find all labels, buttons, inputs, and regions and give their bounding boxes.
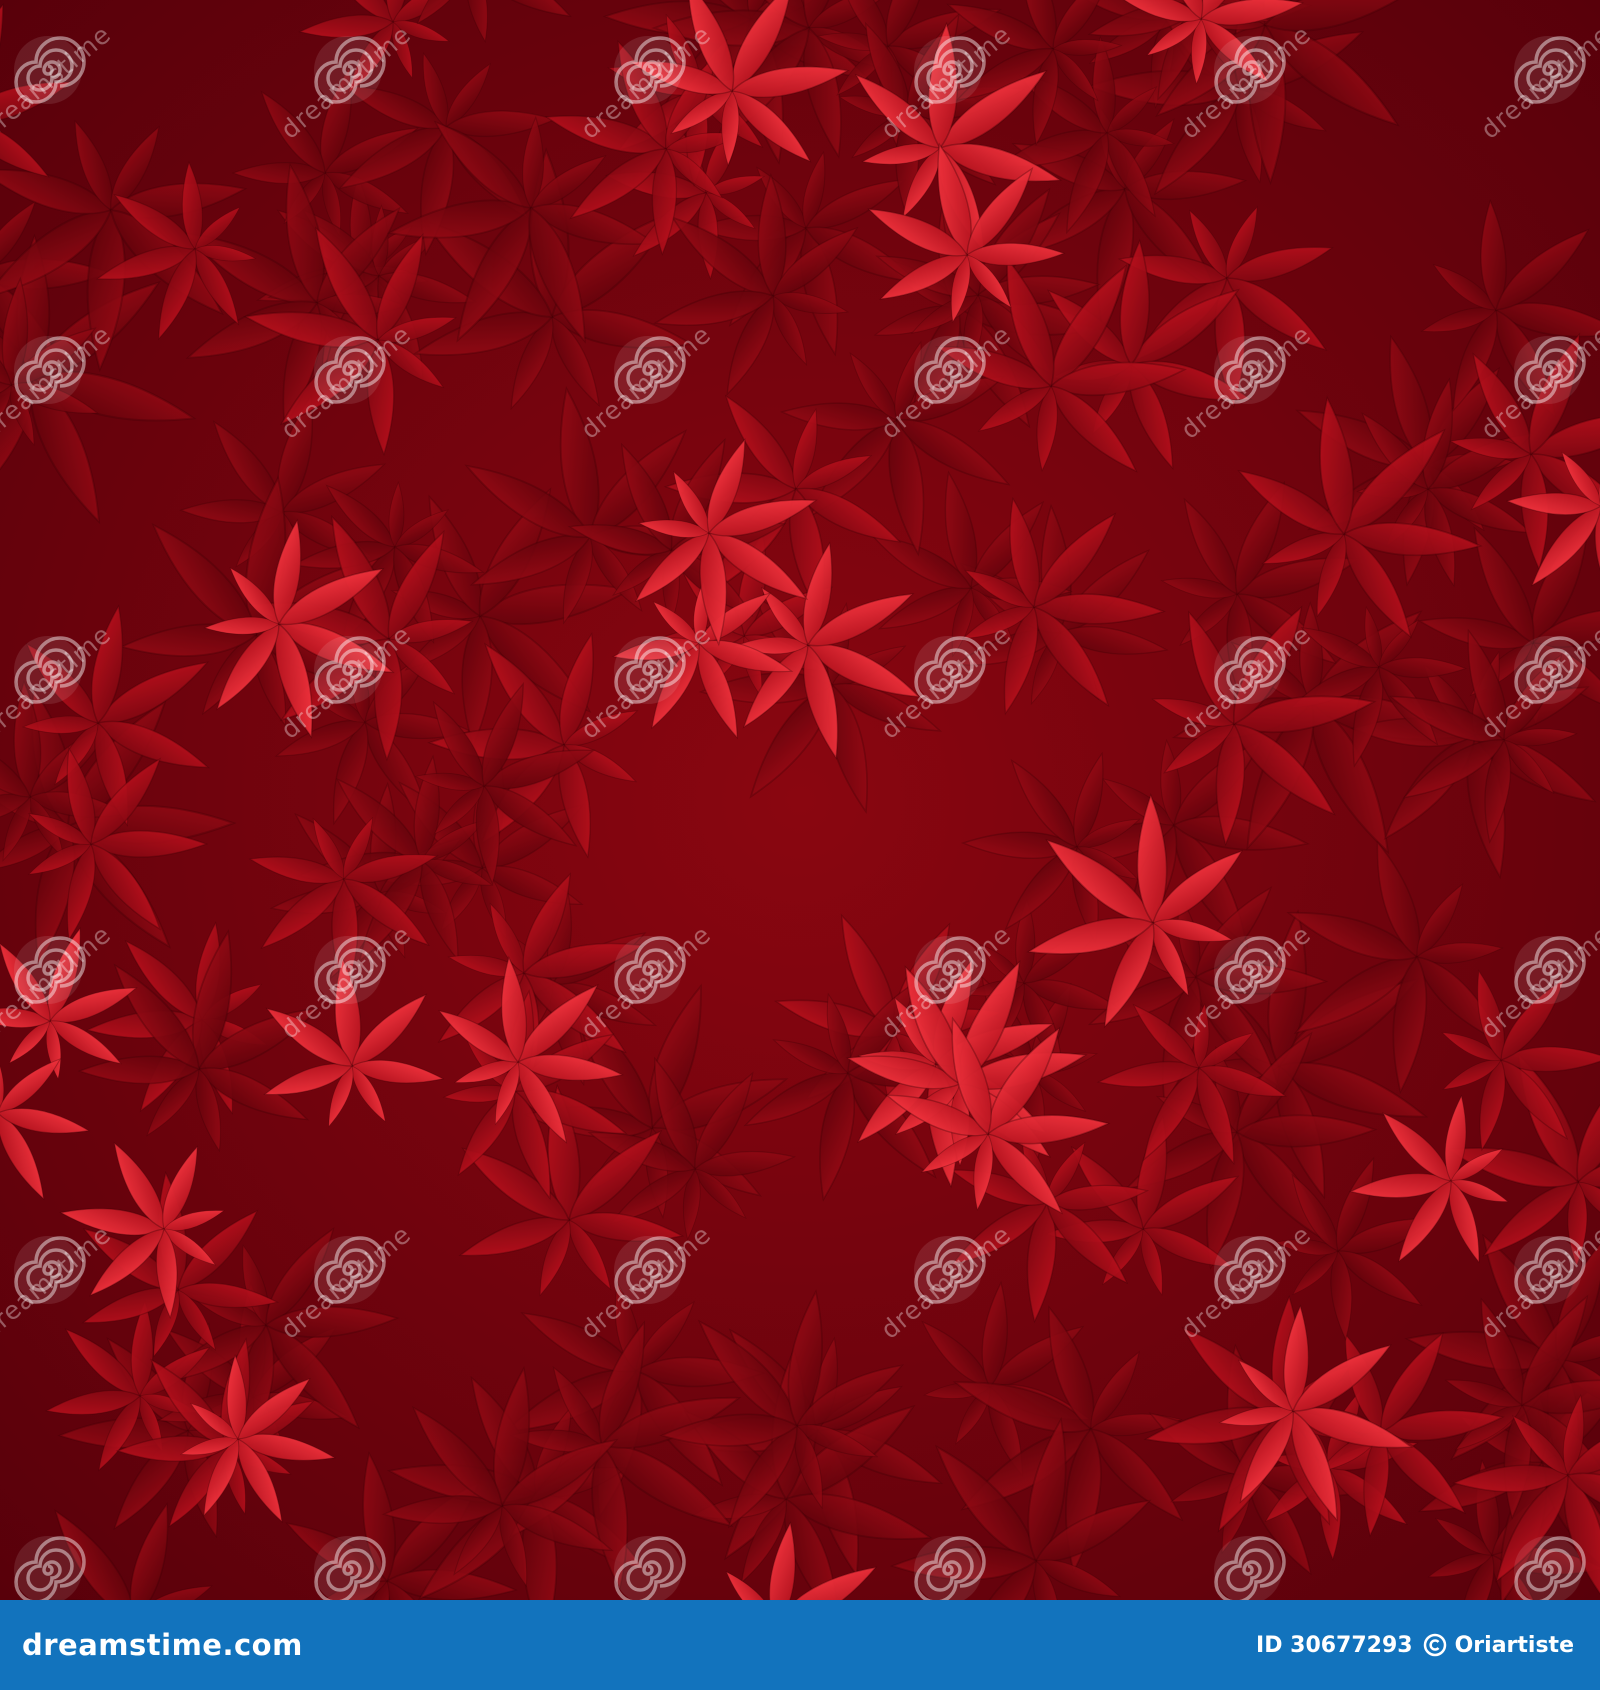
- image-id: ID 30677293: [1256, 1632, 1413, 1658]
- author-credit: Oriartiste: [1423, 1633, 1574, 1658]
- stock-image: dreamstime dreamstime dreamstime dreamstime…: [0, 0, 1600, 1690]
- author-name: Oriartiste: [1454, 1632, 1574, 1658]
- copyright-icon: [1423, 1633, 1446, 1657]
- footer-credit: ID 30677293 Oriartiste: [1256, 1633, 1574, 1658]
- footer-bar: dreamstime.com ID 30677293 Oriartiste: [0, 1600, 1600, 1690]
- footer-brand: dreamstime.com: [22, 1628, 303, 1662]
- maple-leaves-pattern: dreamstime dreamstime dreamstime dreamstime…: [0, 0, 1600, 1600]
